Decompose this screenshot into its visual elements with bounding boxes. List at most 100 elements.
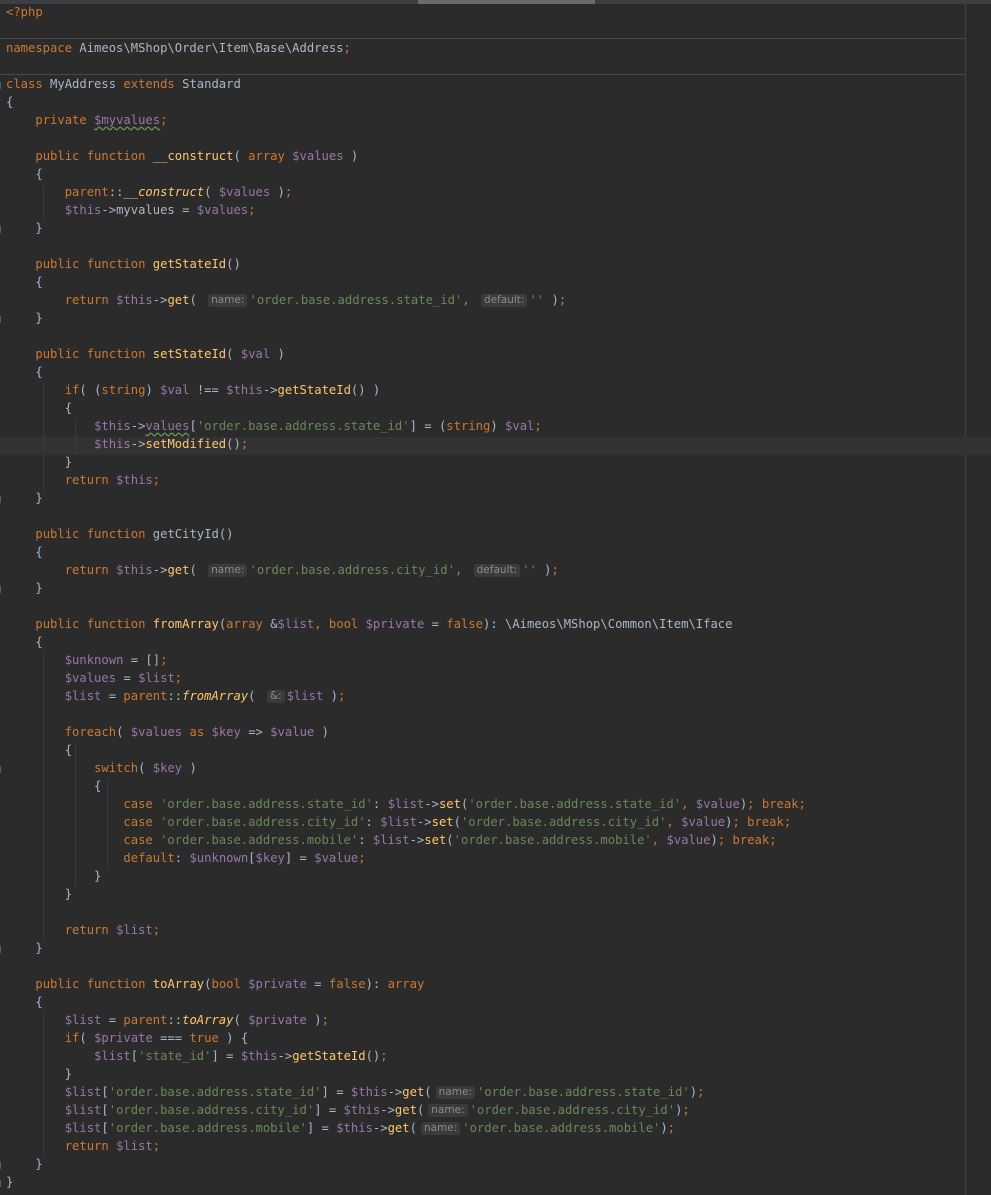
code-token: [ [248, 851, 256, 865]
code-token: -> [380, 1103, 395, 1117]
code-token: ) { [218, 1031, 249, 1045]
code-token: } [6, 1157, 43, 1171]
code-token: ( [116, 725, 131, 739]
code-token: ; [380, 1049, 388, 1063]
code-token: $this [350, 1085, 388, 1099]
code-line: case 'order.base.address.city_id': $list… [6, 815, 806, 833]
fold-marker-icon[interactable] [0, 226, 4, 233]
code-token: getStateId [292, 1049, 366, 1063]
code-token: ) [306, 1013, 322, 1027]
code-token: 'order.base.address.city_id' [108, 1103, 315, 1117]
fold-marker-icon[interactable] [0, 82, 4, 89]
code-token: getCityId [152, 527, 219, 541]
code-token: : [358, 833, 373, 847]
code-token: () [218, 527, 234, 541]
code-token: { [6, 635, 43, 649]
code-token: $private [248, 1013, 307, 1027]
code-token: = [101, 689, 124, 703]
code-line: { [6, 995, 806, 1013]
code-token: get [394, 1103, 417, 1117]
code-token: $value [666, 833, 711, 847]
code-token: , [462, 293, 477, 307]
code-token: $this [336, 1121, 373, 1135]
code-token: array [248, 149, 293, 163]
code-token: ; [732, 815, 748, 829]
code-token: ; [769, 833, 777, 847]
code-token: 'order.base.address.state_id' [196, 419, 410, 433]
code-line: { [6, 743, 806, 761]
code-token: string [101, 383, 146, 397]
code-token: [ [130, 1049, 139, 1063]
code-token: set [438, 797, 461, 811]
code-line: $unknown = []; [6, 653, 806, 671]
code-token: return [64, 473, 117, 487]
code-token: { [6, 779, 102, 793]
code-token: public function [35, 527, 153, 541]
code-token: ] = [306, 1121, 337, 1135]
code-token: } [6, 869, 102, 883]
code-token: $unknown [64, 653, 124, 667]
code-token: () [365, 1049, 381, 1063]
parameter-hint: default: [480, 294, 528, 307]
code-token: ; [240, 437, 249, 451]
code-token: -> [277, 1049, 293, 1063]
code-token: ): [365, 977, 388, 991]
code-token: ] = ( [409, 419, 447, 433]
code-token: ( [409, 1121, 417, 1135]
code-token: case [123, 797, 161, 811]
code-token: $list [64, 1121, 102, 1135]
code-token: $key [152, 761, 183, 775]
fold-marker-icon[interactable] [0, 1180, 4, 1187]
fold-marker-icon[interactable] [0, 946, 4, 953]
code-line: } [6, 869, 806, 887]
code-line: } [6, 581, 806, 599]
code-token: ; [284, 185, 293, 199]
code-token: } [6, 941, 43, 955]
code-token: 'order.base.address.mobile' [453, 833, 652, 847]
code-token: ) [314, 725, 329, 739]
code-token: if [64, 1031, 80, 1045]
code-token: ) [145, 383, 161, 397]
code-token: = [424, 617, 447, 631]
fold-marker-icon[interactable] [0, 586, 4, 593]
code-token: toArray [182, 1013, 234, 1027]
code-token: $value [695, 797, 740, 811]
code-token: switch [94, 761, 139, 775]
code-token: string [446, 419, 491, 433]
code-token: 'order.base.address.city_id' [469, 1103, 676, 1117]
code-token: , [454, 563, 470, 577]
code-token: $this [343, 1103, 381, 1117]
code-token: = [] [123, 653, 161, 667]
code-token: ( [79, 1031, 95, 1045]
fold-marker-icon[interactable] [0, 1162, 4, 1169]
code-token: $values [218, 185, 271, 199]
code-line: } [6, 491, 806, 509]
code-token: return [64, 923, 117, 937]
code-token: 'order.base.address.city_id' [249, 563, 455, 577]
fold-marker-icon[interactable] [0, 766, 4, 773]
code-line: } [6, 1157, 806, 1175]
code-token: $this [94, 437, 131, 451]
code-token: { [6, 95, 14, 109]
fold-marker-icon[interactable] [0, 316, 4, 323]
fold-marker-icon[interactable] [0, 496, 4, 503]
code-editor[interactable]: <?php namespace Aimeos\MShop\Order\Item\… [6, 5, 806, 1193]
horizontal-scroll-thumb[interactable] [418, 0, 595, 4]
code-token: bool [211, 977, 249, 991]
code-token: ( [233, 149, 249, 163]
code-token: ; [321, 1013, 329, 1027]
code-token: foreach [64, 725, 117, 739]
